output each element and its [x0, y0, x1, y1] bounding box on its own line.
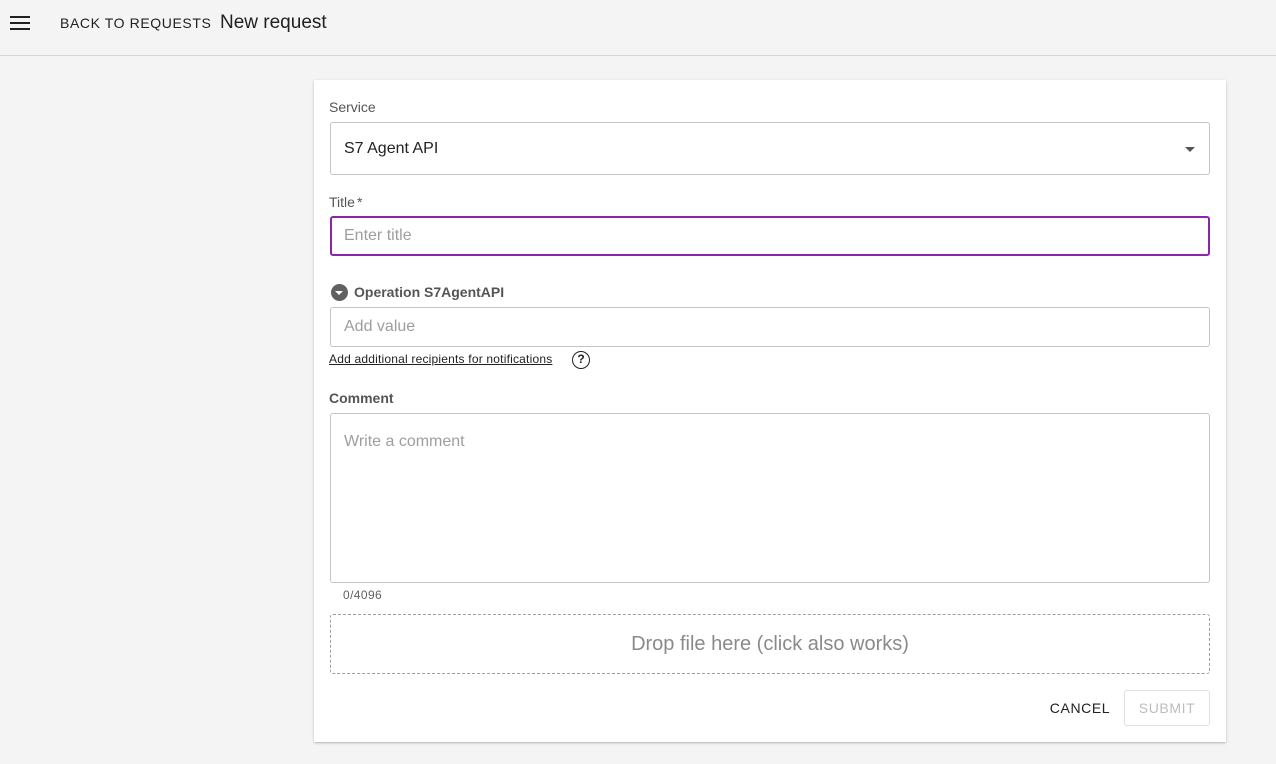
- file-dropzone[interactable]: Drop file here (click also works): [330, 614, 1210, 674]
- add-recipients-link[interactable]: Add additional recipients for notificati…: [329, 352, 552, 366]
- comment-char-counter: 0/4096: [343, 588, 383, 602]
- service-label: Service: [329, 99, 376, 115]
- operation-value-input[interactable]: [330, 307, 1210, 347]
- title-input[interactable]: [330, 216, 1210, 256]
- collapse-toggle-icon[interactable]: [331, 284, 348, 301]
- submit-button[interactable]: SUBMIT: [1124, 690, 1210, 726]
- hamburger-menu-icon[interactable]: [6, 9, 34, 37]
- cancel-button[interactable]: CANCEL: [1044, 690, 1116, 726]
- service-select-value: S7 Agent API: [344, 140, 439, 157]
- required-marker: *: [356, 194, 363, 210]
- new-request-form: Service S7 Agent API Title* Operation S7…: [314, 80, 1226, 742]
- title-label: Title *: [329, 194, 362, 210]
- top-app-bar: BACK TO REQUESTS New request: [0, 0, 1276, 56]
- help-icon[interactable]: ?: [572, 351, 590, 369]
- caret-down-icon: [1185, 147, 1195, 152]
- comment-label: Comment: [329, 390, 394, 406]
- title-label-text: Title: [329, 194, 355, 210]
- page-title: New request: [220, 12, 327, 33]
- service-select[interactable]: S7 Agent API: [330, 122, 1210, 175]
- operation-label: Operation S7AgentAPI: [354, 284, 505, 300]
- dropzone-label: Drop file here (click also works): [631, 632, 909, 655]
- back-to-requests-link[interactable]: BACK TO REQUESTS: [60, 15, 211, 31]
- comment-textarea[interactable]: [330, 413, 1210, 583]
